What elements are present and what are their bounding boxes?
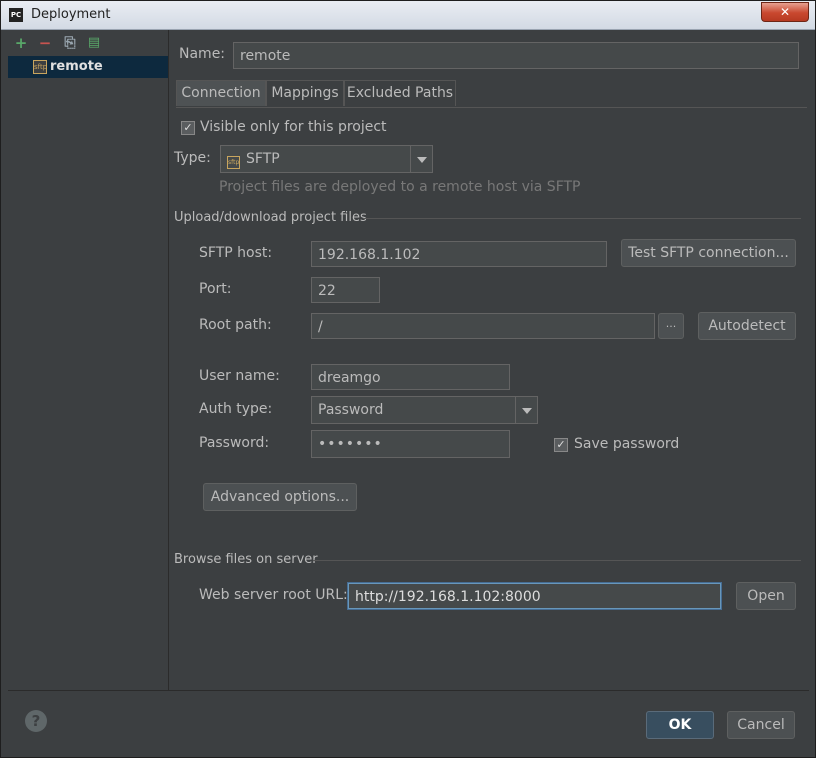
window-title: Deployment [31,7,111,22]
upload-section-divider [363,218,801,219]
password-field[interactable]: ••••••• [311,430,510,458]
type-select[interactable]: sftp SFTP [220,145,433,173]
server-list-item[interactable]: sftp remote [8,56,168,78]
server-list-item-label: remote [50,59,103,74]
tab-excluded-paths[interactable]: Excluded Paths [344,80,456,106]
remove-server-button[interactable]: − [37,35,53,51]
copy-server-button[interactable]: ⎘ [62,35,78,51]
browse-section-divider [313,560,801,561]
server-list-panel: + − ⎘ ▤ sftp remote [8,30,169,690]
title-bar[interactable]: PC Deployment ✕ [1,1,815,30]
visible-only-checkbox[interactable]: ✓ [181,121,195,135]
auth-type-label: Auth type: [199,401,273,417]
browse-root-path-button[interactable]: ... [658,313,684,339]
chevron-down-icon [515,397,537,423]
password-label: Password: [199,435,270,451]
save-password-label: Save password [574,436,680,452]
port-label: Port: [199,281,232,297]
visible-only-label: Visible only for this project [200,119,387,135]
chevron-down-icon [410,146,432,172]
type-hint: Project files are deployed to a remote h… [219,179,581,195]
footer-divider [8,690,809,691]
minus-icon: − [38,34,52,52]
test-connection-button[interactable]: Test SFTP connection... [621,239,796,267]
type-label: Type: [174,150,211,166]
web-root-url-field[interactable]: http://192.168.1.102:8000 [348,583,721,609]
type-select-value: SFTP [246,151,280,167]
sftp-server-icon: sftp [33,60,47,74]
tab-bar: Connection Mappings Excluded Paths [176,80,807,108]
pycharm-app-icon: PC [9,8,23,22]
browse-section-title: Browse files on server [174,552,318,567]
sftp-host-label: SFTP host: [199,245,273,261]
ok-button[interactable]: OK [646,711,714,739]
plus-icon: + [14,34,28,52]
upload-section-title: Upload/download project files [174,210,367,225]
add-server-button[interactable]: + [13,35,29,51]
auth-type-select[interactable]: Password [311,396,538,424]
web-root-label: Web server root URL: [199,587,348,603]
root-path-label: Root path: [199,317,272,333]
copy-icon: ⎘ [64,35,76,51]
user-name-field[interactable]: dreamgo [311,364,510,390]
help-button[interactable]: ? [25,710,47,732]
autodetect-button[interactable]: Autodetect [698,312,796,340]
cancel-button[interactable]: Cancel [727,711,795,739]
auth-type-select-value: Password [318,402,384,418]
save-password-checkbox[interactable]: ✓ [554,438,568,452]
close-window-button[interactable]: ✕ [761,2,809,22]
deployment-dialog: PC Deployment ✕ + − ⎘ ▤ sftp remote Name… [0,0,816,758]
tab-connection[interactable]: Connection [176,80,266,106]
name-label: Name: [179,46,226,62]
port-field[interactable]: 22 [311,277,380,303]
default-server-icon: ▤ [87,35,101,50]
sftp-icon: sftp [227,156,240,169]
sftp-host-field[interactable]: 192.168.1.102 [311,241,607,267]
use-as-default-button[interactable]: ▤ [86,35,102,51]
open-url-button[interactable]: Open [736,582,796,610]
tab-mappings[interactable]: Mappings [266,80,344,106]
advanced-options-button[interactable]: Advanced options... [203,483,357,511]
name-field[interactable]: remote [233,42,799,69]
user-name-label: User name: [199,368,280,384]
root-path-field[interactable]: / [311,313,655,339]
